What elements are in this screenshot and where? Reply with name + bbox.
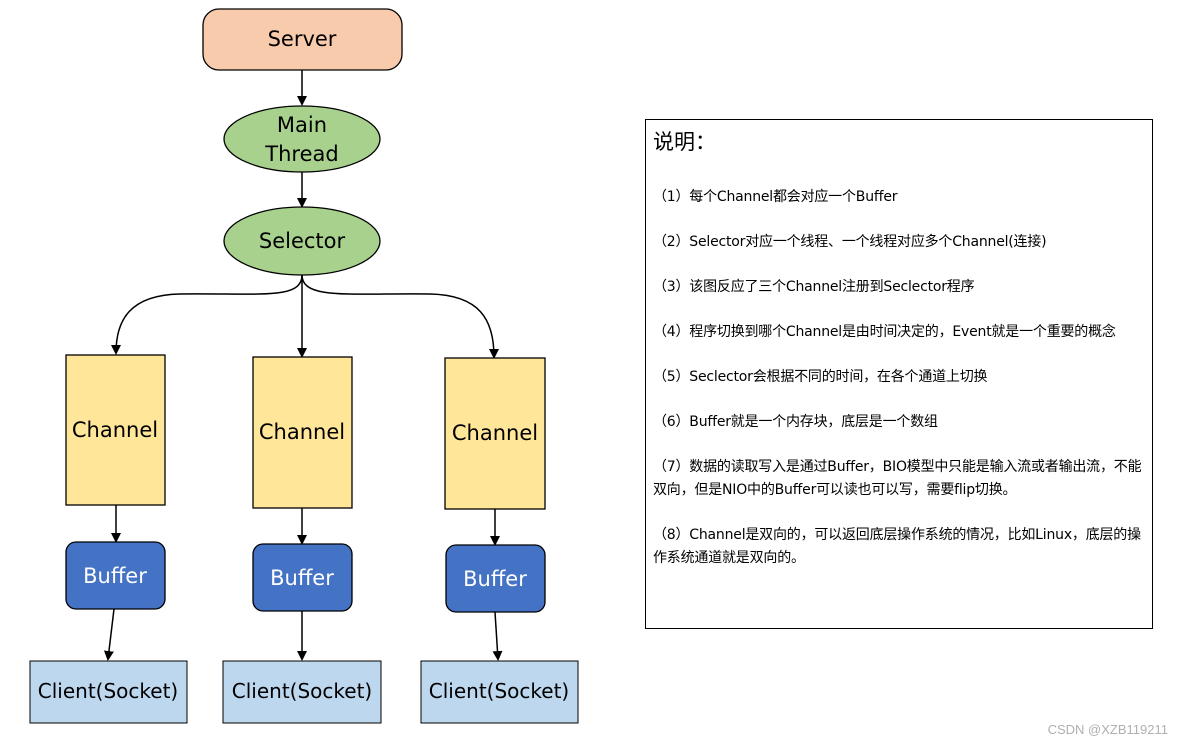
- column-3: Channel Buffer Client(Socket): [420, 357, 579, 724]
- note-item: （7）数据的读取写入是通过Buffer，BIO模型中只能是输入流或者输出流，不能…: [653, 459, 1142, 498]
- server-node: Server: [202, 8, 403, 71]
- note-item: （2）Selector对应一个线程、一个线程对应多个Channel(连接): [653, 234, 1047, 250]
- channel-node: Channel: [65, 354, 166, 506]
- server-label: Server: [268, 27, 337, 51]
- client-node: Client(Socket): [222, 660, 382, 724]
- note-item: （8）Channel是双向的，可以返回底层操作系统的情况，比如Linux，底层的…: [653, 527, 1141, 566]
- buffer-node: Buffer: [445, 544, 546, 613]
- client-label: Client(Socket): [429, 679, 569, 703]
- note-item: （5）Seclector会根据不同的时间，在各个通道上切换: [653, 369, 988, 385]
- selector-node: Selector: [223, 206, 381, 276]
- channel-label: Channel: [259, 420, 345, 444]
- nio-diagram: Server Main Thread Selector Channel Buff…: [29, 8, 579, 724]
- note-item: （3）该图反应了三个Channel注册到Seclector程序: [653, 279, 975, 295]
- buffer-label: Buffer: [270, 566, 334, 590]
- client-node: Client(Socket): [420, 660, 579, 724]
- channel-label: Channel: [72, 418, 158, 442]
- arrow-buffer-to-client: [492, 611, 503, 661]
- buffer-label: Buffer: [463, 567, 527, 591]
- client-label: Client(Socket): [38, 679, 178, 703]
- channel-node: Channel: [444, 357, 546, 510]
- notes-title: 说明：: [653, 130, 716, 154]
- main-thread-node: Main Thread: [223, 105, 381, 173]
- buffer-label: Buffer: [83, 564, 147, 588]
- buffer-node: Buffer: [252, 543, 353, 612]
- column-2: Channel Buffer Client(Socket): [222, 356, 382, 724]
- column-1: Channel Buffer Client(Socket): [29, 354, 188, 724]
- client-label: Client(Socket): [232, 679, 372, 703]
- channel-label: Channel: [452, 421, 538, 445]
- arrow-selector-to-channel-1: [111, 274, 303, 355]
- watermark: CSDN @XZB119211: [1047, 722, 1168, 737]
- arrow-buffer-to-client: [103, 608, 115, 661]
- channel-node: Channel: [252, 356, 353, 509]
- buffer-node: Buffer: [65, 541, 166, 610]
- note-item: （4）程序切换到哪个Channel是由时间决定的，Event就是一个重要的概念: [653, 324, 1116, 340]
- main-thread-label-line2: Thread: [264, 142, 338, 166]
- arrow-selector-to-channel-3: [301, 274, 499, 359]
- main-thread-label-line1: Main: [277, 113, 327, 137]
- client-node: Client(Socket): [29, 660, 188, 724]
- note-item: （1）每个Channel都会对应一个Buffer: [653, 189, 898, 205]
- selector-label: Selector: [259, 229, 346, 253]
- note-item: （6）Buffer就是一个内存块，底层是一个数组: [653, 414, 938, 430]
- notes-panel: 说明： （1）每个Channel都会对应一个Buffer （2）Selector…: [645, 119, 1153, 629]
